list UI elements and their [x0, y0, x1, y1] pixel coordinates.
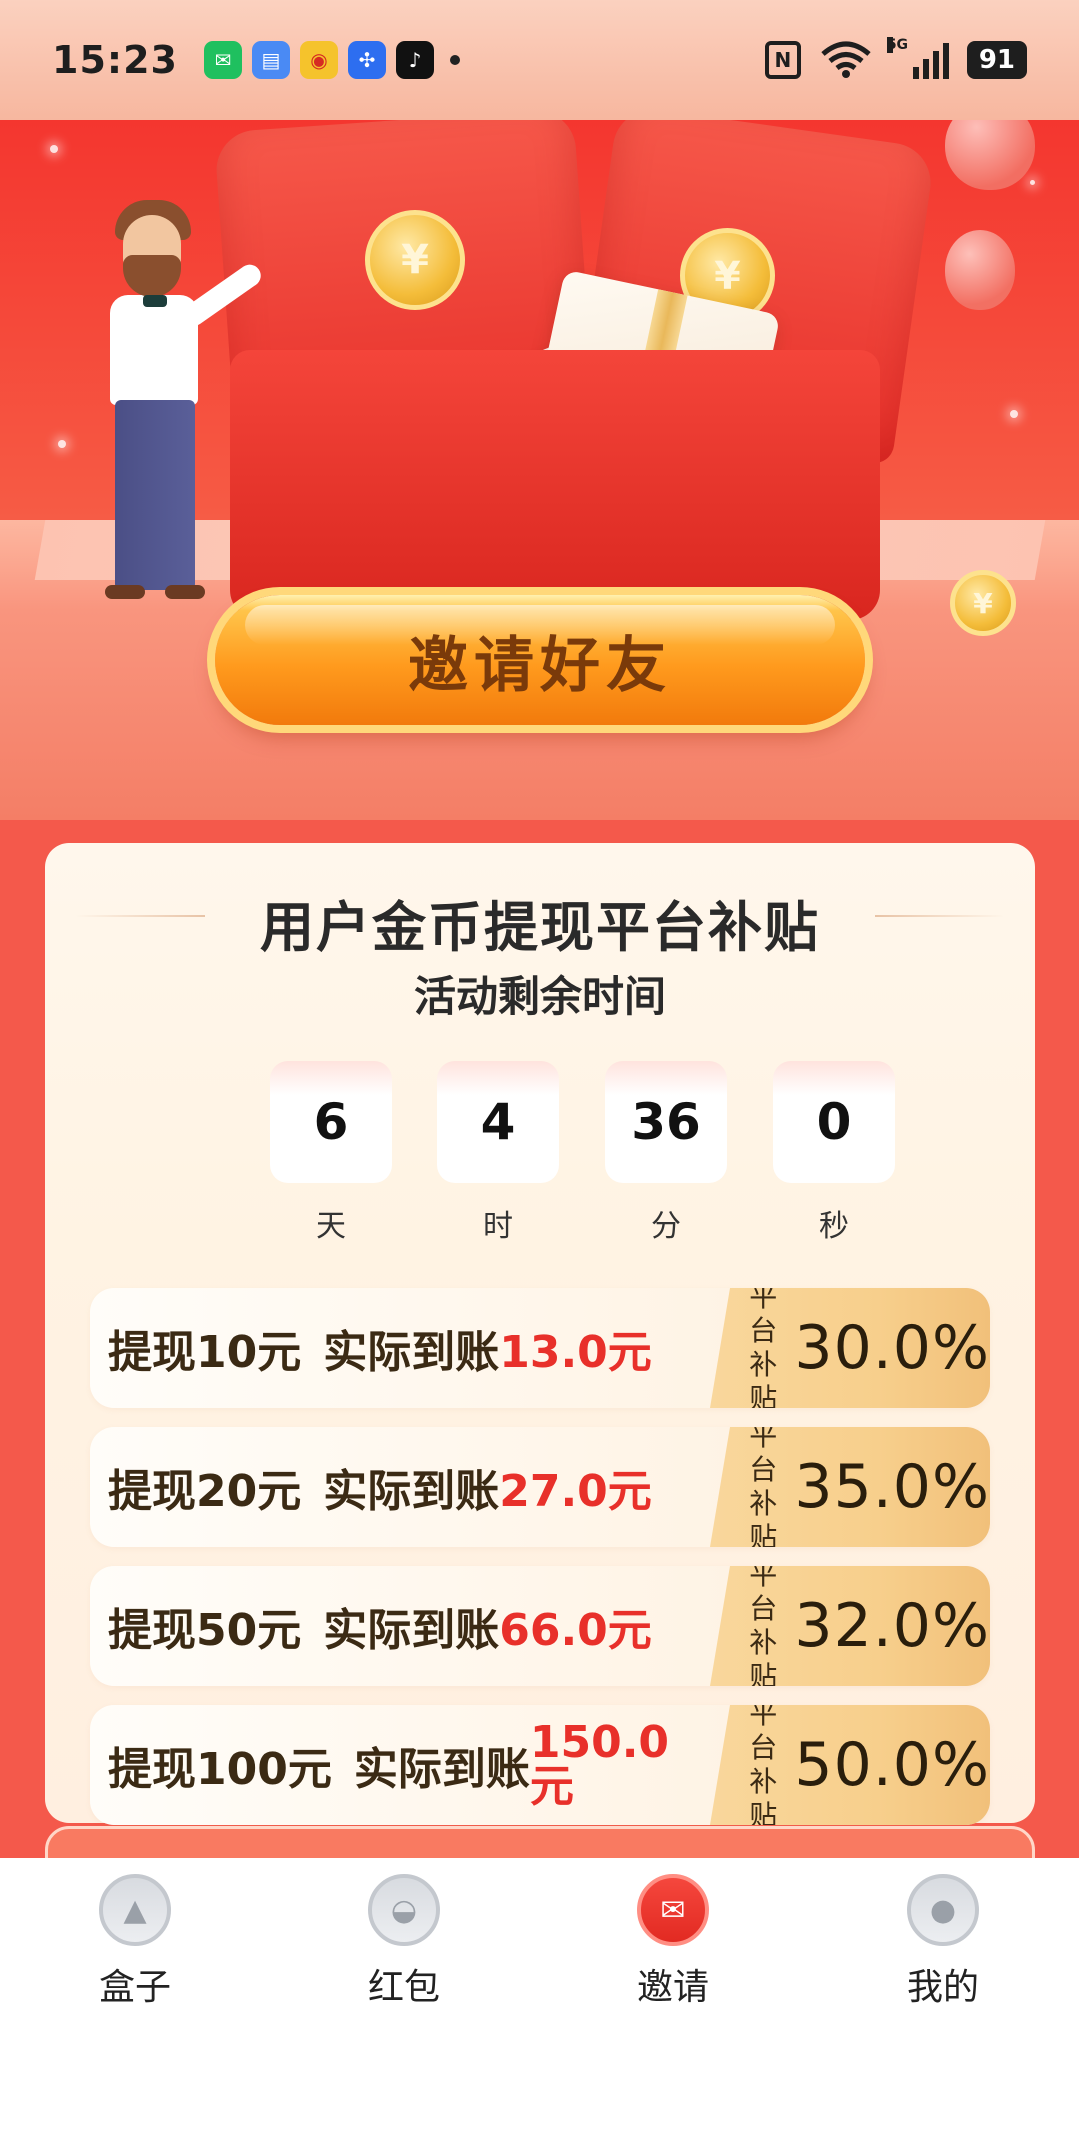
subsidy-badge-label: 平台补贴: [749, 1566, 778, 1686]
pinwheel-icon: ✣: [347, 41, 386, 79]
countdown-timer: 6 天 4 时 36 分 0 秒: [225, 1061, 905, 1244]
balloon: [945, 230, 1015, 310]
bottom-tab-bar: ▲ 盒子 ◒ 红包 ✉ 邀请 ● 我的: [0, 1858, 1079, 2151]
withdraw-list: 提现10元 实际到账 13.0元 平台补贴 30.0% 提现20元 实际到账 2…: [90, 1288, 990, 1844]
network-type: 5G: [886, 37, 909, 53]
actual-amount: 13.0元: [499, 1327, 652, 1378]
subsidy-percent: 32.0%: [794, 1591, 990, 1661]
withdraw-row[interactable]: 提现10元 实际到账 13.0元 平台补贴 30.0%: [90, 1288, 990, 1408]
sparkle: [1030, 180, 1035, 185]
tab-invite[interactable]: ✉ 邀请: [603, 1874, 743, 2010]
status-time: 15:23: [52, 38, 178, 82]
status-right: N 5G 91: [764, 37, 1027, 80]
invite-icon: ✉: [637, 1874, 709, 1946]
actual-amount: 150.0元: [529, 1717, 670, 1812]
withdraw-amount: 提现100元: [108, 1744, 332, 1795]
withdraw-text: 提现10元 实际到账 13.0元: [108, 1288, 652, 1408]
profile-icon: ●: [907, 1874, 979, 1946]
card-title: 用户金币提现平台补贴: [260, 896, 820, 959]
sparkle: [1010, 410, 1018, 418]
subsidy-badge: 平台补贴 35.0%: [710, 1427, 990, 1547]
tab-profile-label: 我的: [906, 1967, 979, 2008]
signal-icon: 5G: [886, 37, 949, 79]
countdown-days-unit: 天: [316, 1209, 346, 1244]
countdown-minutes-unit: 分: [651, 1209, 681, 1244]
subsidy-badge: 平台补贴 50.0%: [710, 1705, 990, 1825]
subsidy-badge-label: 平台补贴: [749, 1427, 778, 1547]
subsidy-badge: 平台补贴 32.0%: [710, 1566, 990, 1686]
tab-red-packet-label: 红包: [367, 1967, 440, 2008]
countdown-seconds: 0: [773, 1061, 895, 1183]
coin-icon: ¥: [365, 210, 465, 310]
invite-friends-button[interactable]: 邀请好友: [215, 595, 865, 725]
sparkle: [58, 440, 66, 448]
subsidy-badge-label: 平台补贴: [749, 1705, 778, 1825]
balloon: [945, 120, 1035, 190]
tab-box[interactable]: ▲ 盒子: [65, 1874, 205, 2010]
notification-icons: ✉ ▤ ◉ ✣ ♪: [203, 41, 460, 79]
invite-friends-label: 邀请好友: [408, 630, 672, 701]
wifi-icon: [821, 41, 871, 78]
subsidy-badge: 平台补贴 30.0%: [710, 1288, 990, 1408]
tab-profile[interactable]: ● 我的: [873, 1874, 1013, 2010]
wechat-icon: ✉: [203, 41, 242, 79]
withdraw-amount: 提现10元: [108, 1327, 302, 1378]
actual-label: 实际到账: [323, 1466, 500, 1517]
actual-label: 实际到账: [323, 1327, 500, 1378]
subsidy-percent: 50.0%: [794, 1730, 990, 1800]
battery-icon: 91: [966, 41, 1027, 79]
box-icon: ▲: [99, 1874, 171, 1946]
actual-label: 实际到账: [353, 1744, 530, 1795]
actual-label: 实际到账: [323, 1605, 500, 1656]
withdraw-amount: 提现50元: [108, 1605, 302, 1656]
withdraw-text: 提现50元 实际到账 66.0元: [108, 1566, 652, 1686]
withdraw-amount: 提现20元: [108, 1466, 302, 1517]
weibo-icon: ◉: [299, 41, 338, 79]
actual-amount: 27.0元: [499, 1466, 652, 1517]
subsidy-percent: 30.0%: [794, 1313, 990, 1383]
subsidy-percent: 35.0%: [794, 1452, 990, 1522]
tab-invite-label: 邀请: [636, 1967, 709, 2008]
withdraw-row[interactable]: 提现100元 实际到账 150.0元 平台补贴 50.0%: [90, 1705, 990, 1825]
man-illustration: [95, 195, 266, 615]
subsidy-badge-label: 平台补贴: [749, 1288, 778, 1408]
status-bar: 15:23 ✉ ▤ ◉ ✣ ♪ N 5G 91: [0, 0, 1079, 120]
countdown-seconds-unit: 秒: [819, 1209, 849, 1244]
sparkle: [50, 145, 58, 153]
countdown-days: 6: [270, 1061, 392, 1183]
countdown-minutes: 36: [605, 1061, 727, 1183]
red-packet-icon: ◒: [368, 1874, 440, 1946]
nfc-icon: N: [764, 41, 801, 79]
coin-icon: ¥: [950, 570, 1016, 636]
tab-red-packet[interactable]: ◒ 红包: [334, 1874, 474, 2010]
gift-box-front: [230, 350, 880, 620]
card-subtitle: 活动剩余时间: [413, 972, 666, 1021]
withdraw-row[interactable]: 提现50元 实际到账 66.0元 平台补贴 32.0%: [90, 1566, 990, 1686]
countdown-hours: 4: [437, 1061, 559, 1183]
withdraw-text: 提现20元 实际到账 27.0元: [108, 1427, 652, 1547]
tab-box-label: 盒子: [98, 1967, 171, 2008]
withdraw-row[interactable]: 提现20元 实际到账 27.0元 平台补贴 35.0%: [90, 1427, 990, 1547]
actual-amount: 66.0元: [499, 1605, 652, 1656]
withdraw-text: 提现100元 实际到账 150.0元: [108, 1705, 670, 1825]
tiktok-icon: ♪: [395, 41, 434, 79]
hero-banner: ¥ ¥ ¥ 邀请好友: [0, 120, 1079, 820]
countdown-hours-unit: 时: [483, 1209, 513, 1244]
more-notifications-dot: [449, 55, 460, 65]
message-icon: ▤: [251, 41, 290, 79]
subsidy-card: 用户金币提现平台补贴 活动剩余时间 6 天 4 时 36 分 0 秒 提现10元…: [45, 843, 1035, 1825]
